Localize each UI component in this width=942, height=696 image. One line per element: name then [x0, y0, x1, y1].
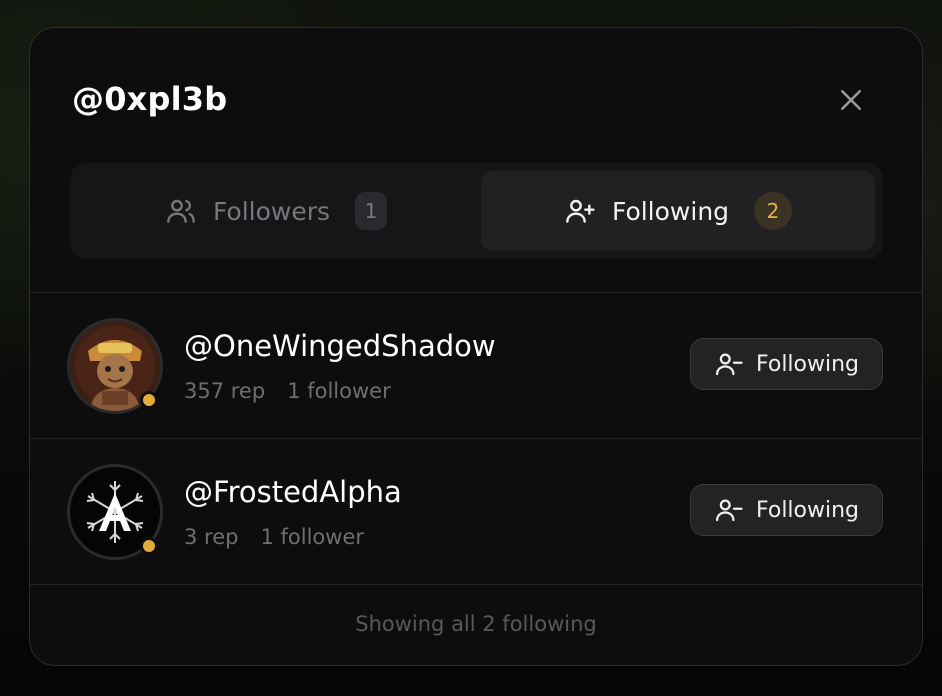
unfollow-button-label: Following [755, 497, 860, 523]
unfollow-button[interactable]: Following [690, 484, 883, 536]
close-icon [841, 90, 861, 110]
unfollow-button[interactable]: Following [690, 338, 883, 390]
user-meta: 357 rep 1 follower [184, 379, 391, 403]
tab-followers-count: 1 [355, 192, 388, 230]
following-modal: @0xpl3b Followers 1 Following 2 @OneWing… [29, 27, 923, 666]
user-rep: 3 rep [184, 525, 239, 549]
user-meta: 3 rep 1 follower [184, 525, 364, 549]
tab-following-count: 2 [754, 192, 793, 230]
user-rep: 357 rep [184, 379, 266, 403]
tab-switcher: Followers 1 Following 2 [70, 163, 883, 259]
user-followers: 1 follower [260, 525, 364, 549]
tab-following[interactable]: Following 2 [481, 171, 875, 251]
status-dot [140, 391, 158, 409]
tab-followers-label: Followers [212, 196, 331, 226]
list-item: @OneWingedShadow 357 rep 1 follower Follo… [30, 293, 922, 438]
tab-followers[interactable]: Followers 1 [78, 171, 474, 251]
unfollow-button-label: Following [755, 351, 860, 377]
status-dot [140, 537, 158, 555]
user-minus-icon [714, 349, 744, 379]
tab-following-label: Following [611, 196, 730, 226]
avatar-container [67, 318, 163, 414]
users-icon [165, 195, 197, 227]
modal-title: @0xpl3b [72, 80, 228, 118]
user-followers: 1 follower [287, 379, 391, 403]
user-plus-icon [564, 195, 596, 227]
divider [30, 584, 922, 585]
avatar-container [67, 464, 163, 560]
user-handle[interactable]: @FrostedAlpha [184, 475, 402, 509]
list-footer: Showing all 2 following [355, 612, 597, 636]
user-handle[interactable]: @OneWingedShadow [184, 329, 496, 363]
close-button[interactable] [831, 80, 871, 120]
user-minus-icon [714, 495, 744, 525]
list-item: @FrostedAlpha 3 rep 1 follower Following [30, 439, 922, 584]
